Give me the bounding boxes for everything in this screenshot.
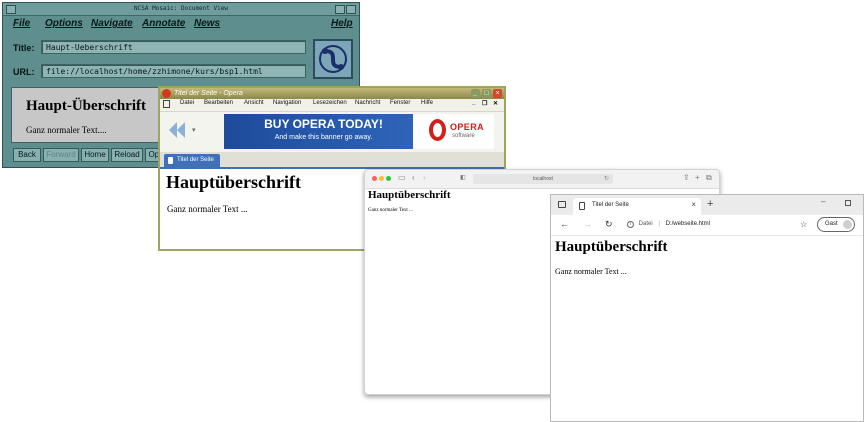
new-tab-icon[interactable]: +	[707, 198, 713, 210]
title-label: Title:	[13, 43, 35, 53]
menu-help[interactable]: Help	[331, 18, 353, 29]
doc-minimize-icon[interactable]: _	[472, 100, 475, 106]
opera-tab[interactable]: Titel der Seite	[164, 154, 220, 167]
profile-button[interactable]: Gast	[817, 217, 855, 232]
forward-button[interactable]: Forward	[43, 148, 79, 162]
page-text: Ganz normaler Text....	[26, 125, 107, 135]
menu-fenster[interactable]: Fenster	[390, 100, 410, 106]
menu-file[interactable]: File	[13, 18, 30, 29]
tab-close-icon[interactable]: ×	[691, 200, 696, 209]
forward-icon[interactable]: ›	[423, 173, 426, 183]
zoom-button[interactable]	[386, 176, 391, 181]
window-menu-icon[interactable]	[6, 5, 16, 14]
back-dropdown-icon[interactable]: ▾	[192, 126, 196, 134]
maximize-icon[interactable]	[845, 200, 851, 206]
sidebar-icon[interactable]: ▭	[398, 173, 406, 183]
page-text: Ganz normaler Text ...	[167, 204, 248, 214]
menu-navigate[interactable]: Navigate	[91, 18, 133, 29]
safari-toolbar: ▭ ‹ › ◧ localhost ↻ ⇪ + ⧉	[365, 170, 719, 189]
banner-brand-sub: software	[452, 133, 475, 139]
opera-logo-icon	[162, 89, 171, 98]
document-icon	[168, 157, 173, 164]
share-icon[interactable]: ⇪	[683, 173, 690, 183]
menu-nachricht[interactable]: Nachricht	[355, 100, 380, 106]
tabs-overview-icon[interactable]: ⧉	[706, 173, 712, 183]
edge-address: D:/webseite.html	[665, 221, 710, 227]
page-menu-icon[interactable]: ◧	[460, 173, 466, 183]
mosaic-window-title: NCSA Mosaic: Document View	[134, 5, 228, 12]
edge-window: Titel der Seite × + – ← → ↻ i Datei | D:…	[550, 194, 864, 422]
back-icon[interactable]: ‹	[412, 173, 415, 183]
back-icon[interactable]: ←	[560, 219, 569, 230]
minimize-icon[interactable]: _	[471, 89, 480, 98]
back-button[interactable]: Back	[13, 148, 41, 162]
banner-brand: OPERA	[450, 122, 485, 132]
safari-address: localhost	[533, 176, 553, 182]
minimize-icon[interactable]	[335, 5, 345, 14]
opera-tab-title: Titel der Seite	[177, 157, 214, 163]
menu-hilfe[interactable]: Hilfe	[421, 100, 433, 106]
opera-ad-banner[interactable]: BUY OPERA TODAY! And make this banner go…	[224, 114, 494, 149]
menu-datei[interactable]: Datei	[180, 100, 194, 106]
new-tab-icon[interactable]: +	[695, 173, 700, 183]
page-heading: Haupt-Überschrift	[26, 98, 146, 114]
maximize-icon[interactable]	[346, 5, 356, 14]
home-button[interactable]: Home	[81, 148, 109, 162]
menu-bearbeiten[interactable]: Bearbeiten	[204, 100, 233, 106]
menu-navigation[interactable]: Navigation	[273, 100, 301, 106]
mosaic-menubar: File Options Navigate Annotate News Help	[3, 16, 359, 34]
refresh-icon[interactable]: ↻	[605, 219, 613, 230]
menu-options[interactable]: Options	[45, 18, 83, 29]
opera-tabbar: Titel der Seite	[160, 152, 504, 169]
favorites-icon[interactable]: ☆	[800, 219, 807, 230]
page-heading: Hauptüberschrift	[166, 172, 301, 192]
page-heading: Hauptüberschrift	[368, 189, 451, 201]
edge-tab-title: Titel der Seite	[592, 202, 629, 208]
tab-actions-icon[interactable]	[558, 201, 566, 208]
document-icon	[163, 100, 170, 108]
opera-o-logo-icon	[429, 119, 446, 141]
banner-subline: And make this banner go away.	[274, 134, 373, 141]
close-button[interactable]	[372, 176, 377, 181]
banner-headline: BUY OPERA TODAY!	[264, 117, 383, 131]
edge-tabstrip: Titel der Seite × + –	[551, 195, 863, 215]
safari-address-bar[interactable]: localhost ↻	[473, 174, 613, 184]
mosaic-globe-logo-icon[interactable]	[313, 39, 353, 79]
minimize-icon[interactable]: –	[821, 197, 825, 206]
url-label: URL:	[13, 67, 35, 77]
opera-titlebar: Titel der Seite - Opera _ □ ×	[160, 88, 504, 99]
opera-toolbar: ▾ BUY OPERA TODAY! And make this banner …	[160, 112, 504, 152]
page-heading: Hauptüberschrift	[555, 239, 668, 255]
title-field[interactable]: Haupt-Ueberschrift	[41, 40, 306, 54]
page-text: Ganz normaler Text ...	[368, 208, 413, 213]
back-arrow-icon[interactable]	[166, 119, 188, 141]
opera-menubar: Datei Bearbeiten Ansicht Navigation Lese…	[160, 99, 504, 112]
menu-news[interactable]: News	[194, 18, 220, 29]
menu-ansicht[interactable]: Ansicht	[244, 100, 264, 106]
avatar-icon	[843, 220, 852, 229]
reload-button[interactable]: Reload	[111, 148, 143, 162]
menu-annotate[interactable]: Annotate	[142, 18, 185, 29]
url-field[interactable]: file://localhost/home/zzhimone/kurs/bsp1…	[41, 64, 306, 78]
close-icon[interactable]: ×	[493, 89, 502, 98]
mosaic-titlebar: NCSA Mosaic: Document View	[3, 3, 359, 16]
doc-close-icon[interactable]: ✕	[493, 100, 498, 107]
doc-restore-icon[interactable]: ❐	[482, 100, 487, 107]
minimize-button[interactable]	[379, 176, 384, 181]
maximize-icon[interactable]: □	[482, 89, 491, 98]
address-scheme: Datei	[638, 221, 653, 227]
edge-tab[interactable]: Titel der Seite ×	[573, 198, 701, 215]
profile-label: Gast	[825, 221, 838, 227]
forward-icon[interactable]: →	[583, 219, 592, 230]
opera-window-title: Titel der Seite - Opera	[174, 90, 243, 97]
edge-address-bar[interactable]: i Datei | D:/webseite.html	[627, 219, 710, 230]
reload-icon[interactable]: ↻	[604, 174, 609, 184]
info-icon[interactable]: i	[627, 221, 634, 228]
edge-navbar: ← → ↻ i Datei | D:/webseite.html ☆ Gast	[551, 215, 863, 236]
page-text: Ganz normaler Text ...	[555, 267, 627, 276]
document-icon	[579, 202, 585, 210]
menu-lesezeichen[interactable]: Lesezeichen	[313, 100, 347, 106]
